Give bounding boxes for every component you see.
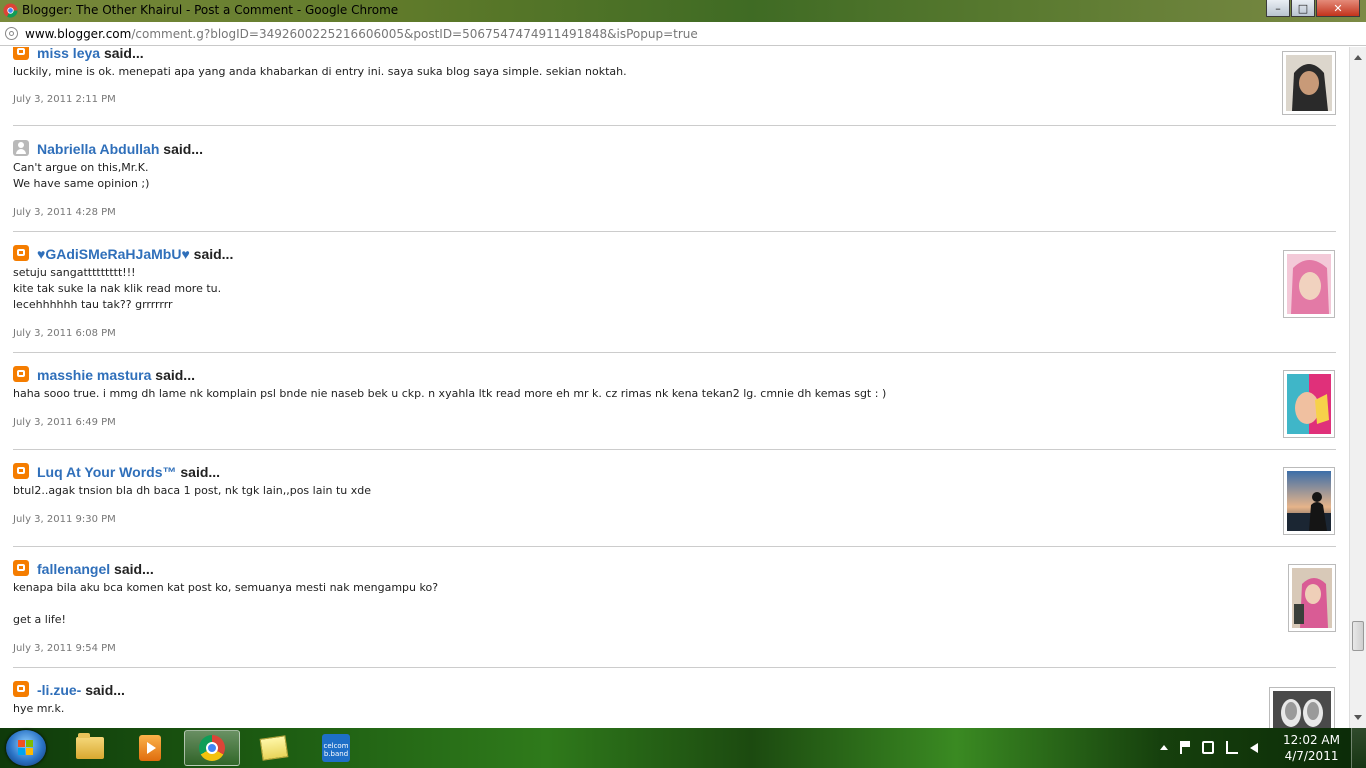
comment-timestamp[interactable]: July 3, 2011 4:28 PM [13, 207, 116, 218]
avatar-image [1286, 55, 1332, 111]
taskbar-google-chrome[interactable] [184, 730, 240, 766]
comment-header: -li.zue- said... [13, 681, 125, 698]
show-desktop-button[interactable] [1351, 728, 1366, 768]
close-button[interactable]: ✕ [1316, 0, 1360, 17]
chrome-logo-icon [3, 3, 18, 18]
avatar[interactable] [1283, 467, 1335, 535]
comment-divider [13, 125, 1336, 126]
comment-body: btul2..agak tnsion bla dh baca 1 post, n… [13, 484, 372, 497]
taskbar-sticky-notes[interactable] [246, 730, 302, 766]
celcom-broadband-icon: celcom b.band [322, 734, 350, 762]
comment-header: ♥GAdiSMeRaHJaMbU♥ said... [13, 245, 233, 262]
comment-author[interactable]: ♥GAdiSMeRaHJaMbU♥ [37, 246, 190, 262]
said-label: said... [163, 141, 203, 157]
comment-author[interactable]: Luq At Your Words™ [37, 464, 176, 480]
blogger-icon [13, 681, 29, 697]
comment-divider [13, 231, 1336, 232]
avatar[interactable] [1283, 370, 1335, 438]
comment-body: luckily, mine is ok. menepati apa yang a… [13, 65, 627, 78]
taskbar-clock[interactable]: 12:02 AM 4/7/2011 [1283, 732, 1340, 764]
said-label: said... [193, 246, 234, 262]
comment-author[interactable]: masshie mastura [37, 367, 151, 383]
page-info-icon[interactable] [5, 27, 18, 40]
folder-icon [76, 733, 104, 759]
comment-header: masshie mastura said... [13, 366, 195, 383]
show-hidden-icons-icon[interactable] [1160, 745, 1168, 750]
comment-timestamp[interactable]: July 3, 2011 9:30 PM [13, 514, 116, 525]
comment-body: Can't argue on this,Mr.K. We have same o… [13, 161, 150, 190]
said-label: said... [103, 47, 144, 61]
comment-header: fallenangel said... [13, 560, 154, 577]
window-title: Blogger: The Other Khairul - Post a Comm… [22, 3, 399, 17]
comment-divider [13, 449, 1336, 450]
comment-header: Nabriella Abdullah said... [13, 140, 203, 157]
comment-body: hye mr.k. [13, 702, 65, 715]
window-controls: – □ ✕ [1265, 0, 1360, 19]
avatar[interactable] [1269, 687, 1335, 728]
comment-divider [13, 667, 1336, 668]
taskbar-media-player[interactable] [122, 730, 178, 766]
scrollbar-thumb[interactable] [1352, 621, 1364, 651]
vertical-scrollbar[interactable] [1349, 47, 1366, 728]
comment-header: miss leya said... [13, 47, 144, 61]
avatar[interactable] [1288, 564, 1336, 632]
said-label: said... [155, 367, 195, 383]
window-titlebar[interactable]: Blogger: The Other Khairul - Post a Comm… [0, 0, 1366, 22]
url-host: www.blogger.com [25, 27, 132, 41]
scroll-down-arrow-icon[interactable] [1354, 715, 1362, 720]
blogger-icon [13, 560, 29, 576]
volume-icon[interactable] [1250, 743, 1258, 753]
start-button[interactable] [6, 730, 46, 766]
windows-logo-icon [18, 740, 34, 756]
scroll-up-arrow-icon[interactable] [1354, 55, 1362, 60]
profile-icon [13, 140, 29, 156]
comment-author[interactable]: fallenangel [37, 561, 110, 577]
avatar[interactable] [1282, 51, 1336, 115]
comment-body: setuju sangattttttttt!!! kite tak suke l… [13, 266, 222, 311]
comment-author[interactable]: Nabriella Abdullah [37, 141, 159, 157]
clock-time: 12:02 AM [1283, 733, 1340, 747]
chrome-icon [199, 735, 225, 761]
said-label: said... [85, 682, 125, 698]
minimize-button[interactable]: – [1266, 0, 1290, 17]
avatar-image [1287, 254, 1331, 314]
url-path: /comment.g?blogID=3492600225216606005&po… [131, 27, 698, 41]
comment-header: Luq At Your Words™ said... [13, 463, 220, 480]
avatar[interactable] [1283, 250, 1335, 318]
system-tray: 12:02 AM 4/7/2011 [1156, 728, 1366, 768]
comment-timestamp[interactable]: July 3, 2011 6:08 PM [13, 328, 116, 339]
action-center-flag-icon[interactable] [1180, 741, 1194, 754]
comment-timestamp[interactable]: July 3, 2011 2:11 PM [13, 94, 116, 105]
maximize-button[interactable]: □ [1291, 0, 1315, 17]
comment-timestamp[interactable]: July 3, 2011 6:49 PM [13, 417, 116, 428]
blogger-icon [13, 366, 29, 382]
avatar-image [1287, 374, 1331, 434]
media-player-icon [139, 735, 161, 761]
url-text[interactable]: www.blogger.com/comment.g?blogID=3492600… [25, 27, 698, 41]
blogger-icon [13, 245, 29, 261]
address-bar[interactable]: www.blogger.com/comment.g?blogID=3492600… [0, 22, 1366, 46]
blogger-icon [13, 463, 29, 479]
comment-body: kenapa bila aku bca komen kat post ko, s… [13, 581, 439, 626]
sticky-notes-icon [259, 735, 289, 761]
avatar-image [1287, 471, 1331, 531]
said-label: said... [180, 464, 221, 480]
taskbar-celcom-broadband[interactable]: celcom b.band [308, 730, 364, 766]
taskbar-windows-explorer[interactable] [62, 730, 118, 766]
comment-timestamp[interactable]: July 3, 2011 9:54 PM [13, 643, 116, 654]
comment-author[interactable]: miss leya [37, 47, 100, 61]
said-label: said... [114, 561, 154, 577]
clock-date: 4/7/2011 [1284, 749, 1339, 763]
comment-divider [13, 546, 1336, 547]
comment-author[interactable]: -li.zue- [37, 682, 81, 698]
windows-taskbar: celcom b.band 12:02 AM 4/7/2011 [0, 728, 1366, 768]
avatar-image [1292, 568, 1332, 628]
comment-body: haha sooo true. i mmg dh lame nk komplai… [13, 387, 887, 400]
comment-divider [13, 352, 1336, 353]
network-icon[interactable] [1226, 741, 1238, 754]
device-icon[interactable] [1202, 741, 1214, 754]
comments-page: miss leya said... luckily, mine is ok. m… [0, 47, 1349, 728]
blogger-icon [13, 47, 29, 60]
avatar-image [1273, 691, 1331, 728]
